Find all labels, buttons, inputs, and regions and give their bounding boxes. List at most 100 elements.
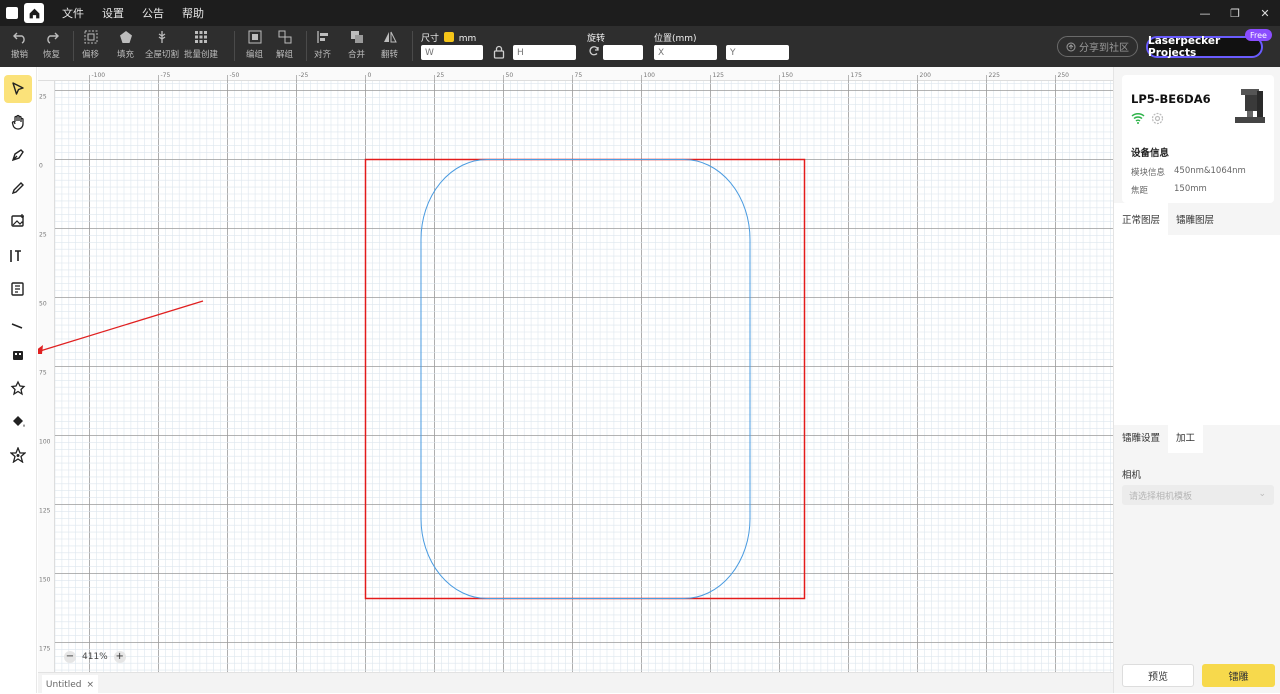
undo-button[interactable]: 撤销 [11,29,28,60]
ungroup-button[interactable]: 解组 [276,29,293,60]
pen-tool[interactable] [4,141,32,169]
line-tool[interactable] [4,309,32,337]
menu-settings[interactable]: 设置 [102,5,124,21]
line-icon [11,323,23,329]
pencil-icon [11,182,24,195]
camera-label: 相机 [1122,470,1142,481]
position-label: 位置(mm) [654,34,697,44]
group-icon [247,29,263,45]
layer-list [1114,235,1280,425]
text-icon [10,250,21,262]
menu-file[interactable]: 文件 [62,5,84,21]
align-button[interactable]: 对齐 [314,29,331,60]
share-icon [1066,42,1076,51]
engrave-button[interactable]: 镭雕 [1202,664,1275,687]
zoom-in-button[interactable]: + [113,651,126,663]
offset-button[interactable]: 偏移 [82,29,99,60]
home-button[interactable] [24,3,44,23]
laserpecker-projects-button[interactable]: Laserpecker Projects [1146,35,1263,59]
star-icon [10,447,26,463]
home-icon [29,8,39,18]
layer-tabs: 正常图层 镭雕图层 [1114,203,1280,235]
tab-engrave-settings[interactable]: 镭雕设置 [1114,421,1168,453]
tool-rail [0,67,37,693]
flip-icon [382,29,398,45]
toolbar: 撤销 恢复 偏移 填充 全屋切割 批量创建 编组 解组 对齐 合并 翻转 尺寸 … [0,26,1280,67]
toolbar-separator [234,31,235,61]
menu-help[interactable]: 帮助 [182,5,204,21]
y-position-input[interactable] [726,45,789,60]
merge-icon [349,29,365,45]
rotation-input[interactable] [603,45,643,60]
width-input[interactable] [421,45,483,60]
tab-process[interactable]: 加工 [1168,421,1204,453]
usb-icon [13,351,23,360]
lock-icon[interactable] [493,45,505,59]
ungroup-icon [277,29,293,45]
image-icon [11,214,24,227]
batch-create-button[interactable]: 批量创建 [184,29,218,60]
maximize-button[interactable]: ❐ [1220,0,1250,26]
document-tab-bar: Untitled × [38,672,1113,694]
hand-icon [11,114,24,130]
text-tool[interactable] [4,242,32,270]
paint-bucket-tool[interactable] [4,407,32,435]
offset-icon [83,29,99,45]
tab-engrave-layer[interactable]: 镭雕图层 [1168,203,1222,235]
usb-stamp-tool[interactable] [4,341,32,369]
pencil-tool[interactable] [4,174,32,202]
size-label: 尺寸 mm [421,32,477,44]
canvas-area[interactable]: -100 -75 -50 -25 0 25 50 75 100 125 150 175 200 225 25… [38,67,1113,672]
process-tabs: 镭雕设置 加工 [1114,421,1280,453]
select-tool[interactable] [4,75,32,103]
pen-nib-icon [11,149,24,162]
flip-button[interactable]: 翻转 [381,29,398,60]
merge-button[interactable]: 合并 [348,29,365,60]
template-icon [11,282,24,296]
close-tab-icon[interactable]: × [87,680,95,690]
image-tool[interactable] [4,207,32,235]
preview-button[interactable]: 预览 [1122,664,1194,687]
pentagon-icon [118,29,134,45]
annotation-arrow [38,300,204,354]
document-tab[interactable]: Untitled × [42,675,98,694]
share-to-community-button[interactable]: 分享到社区 [1057,36,1138,57]
full-cut-button[interactable]: 全屋切割 [145,29,179,60]
rotate-icon [589,46,599,56]
laser-engraver-device-image [1235,89,1265,123]
paint-bucket-icon [13,416,25,427]
minimize-button[interactable]: — [1190,0,1220,26]
template-tool[interactable] [4,275,32,303]
tab-normal-layer[interactable]: 正常图层 [1114,203,1169,235]
device-name: LP5-BE6DA6 [1131,92,1211,106]
zoom-level: 411% [82,652,108,662]
unit-toggle[interactable] [443,32,454,42]
wheat-icon [154,29,170,45]
hand-tool[interactable] [4,108,32,136]
star-tool[interactable] [4,441,32,469]
chevron-down-icon: ⌄ [1258,489,1266,499]
camera-template-select[interactable]: 请选择相机模板 ⌄ [1122,485,1274,505]
shapes-icon [10,380,26,396]
toolbar-separator [73,31,74,61]
fill-button[interactable]: 填充 [117,29,134,60]
device-card: LP5-BE6DA6 设备信息 模块信息 450nm&1064nm 焦距 150… [1122,75,1274,203]
group-button[interactable]: 编组 [246,29,263,60]
unit-label: mm [458,34,477,44]
free-badge: Free [1245,29,1272,41]
zoom-out-button[interactable]: − [64,651,76,663]
height-input[interactable] [513,45,576,60]
x-position-input[interactable] [654,45,717,60]
zoom-control: − 411% + [64,650,126,664]
menu-announcements[interactable]: 公告 [142,5,164,21]
settings-gear-icon[interactable] [1151,112,1164,125]
wifi-icon [1131,112,1145,124]
redo-button[interactable]: 恢复 [43,29,60,60]
redo-icon [44,29,60,45]
align-icon [315,29,331,45]
right-panel: LP5-BE6DA6 设备信息 模块信息 450nm&1064nm 焦距 150… [1113,67,1280,693]
shape-tool[interactable] [4,374,32,402]
rotate-label: 旋转 [587,34,606,44]
close-button[interactable]: ✕ [1250,0,1280,26]
toolbar-separator [412,31,413,61]
